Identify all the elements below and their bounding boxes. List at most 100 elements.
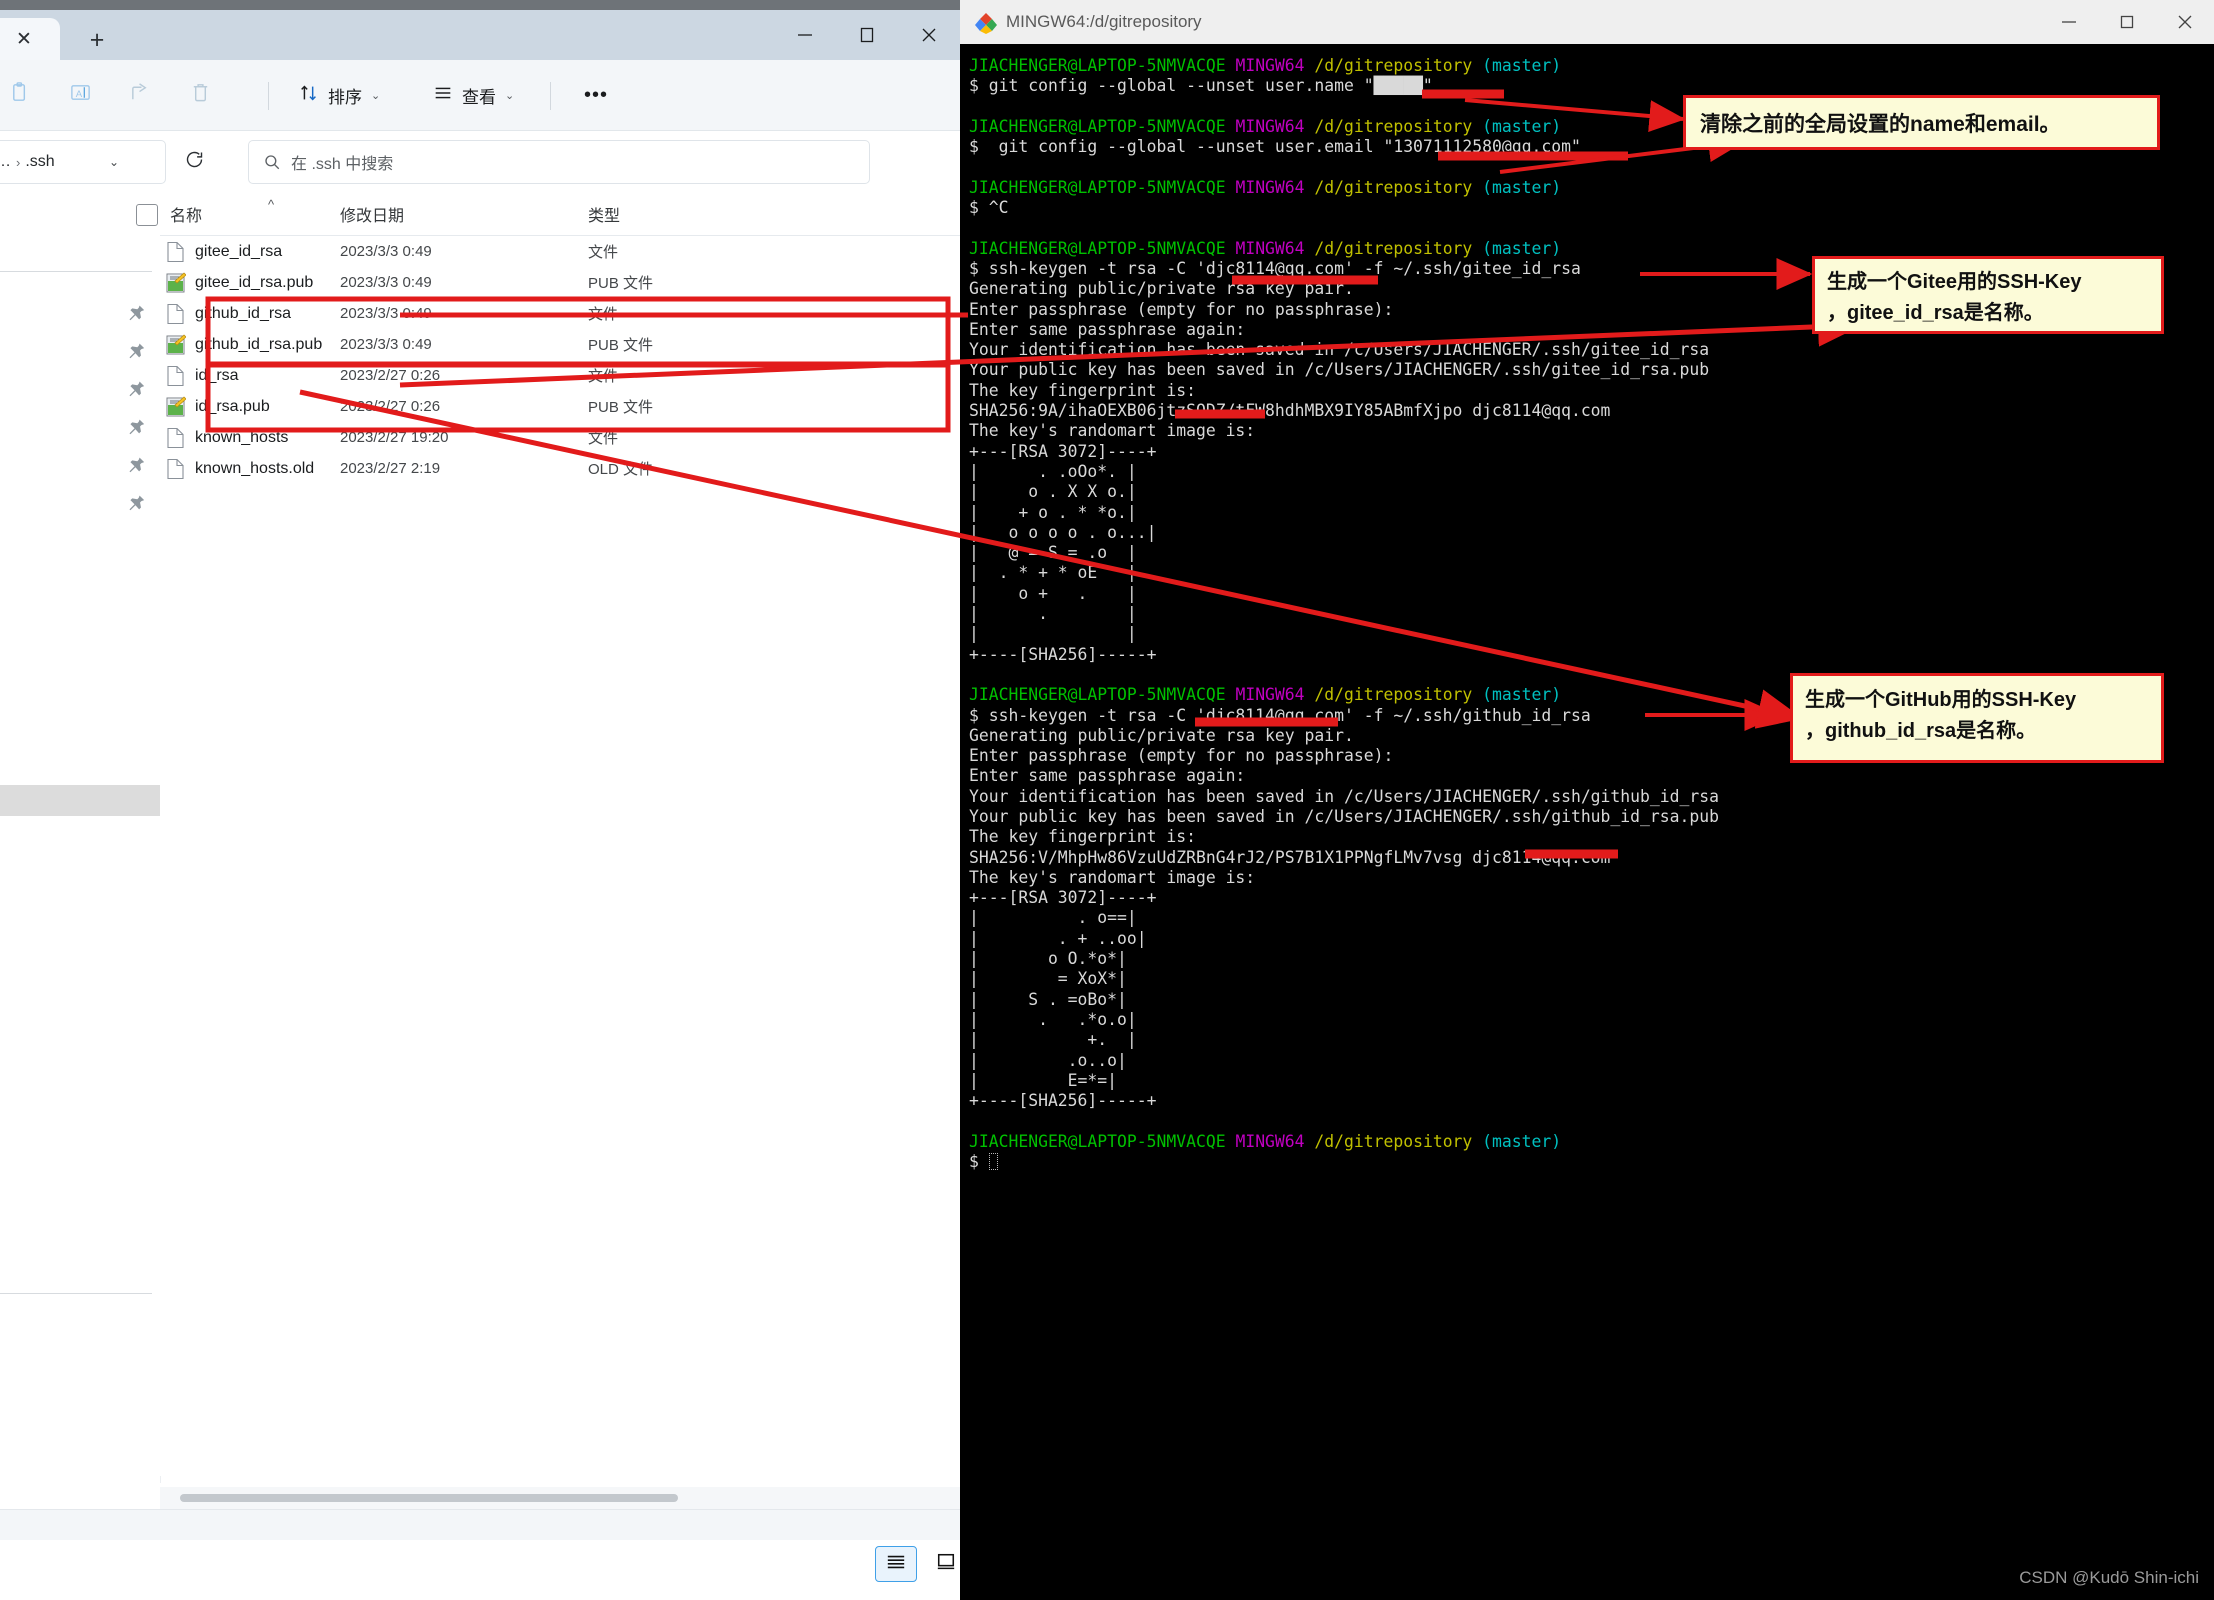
table-row[interactable]: id_rsa.pub 2023/2/27 0:26 PUB 文件 — [160, 391, 960, 422]
search-placeholder: 在 .ssh 中搜索 — [291, 156, 394, 173]
table-row[interactable]: gitee_id_rsa 2023/3/3 0:49 文件 — [160, 236, 960, 267]
svg-text:A: A — [75, 89, 82, 100]
watermark: CSDN @Kudō Shin-ichi — [2019, 1568, 2199, 1587]
status-bar-surface — [0, 1540, 960, 1600]
trash-icon — [189, 81, 212, 109]
column-header-date[interactable]: 修改日期 — [340, 193, 585, 235]
tab-close-icon[interactable]: ✕ — [10, 28, 38, 52]
sort-button[interactable]: 排序 ⌄ — [290, 74, 388, 116]
sidebar-selected-item[interactable] — [0, 785, 160, 816]
annotation-text: ，gitee_id_rsa是名称。 — [1827, 302, 2044, 324]
file-icon — [165, 241, 186, 263]
large-icons-view-icon — [935, 1552, 957, 1577]
share-button[interactable] — [116, 74, 164, 116]
pub-file-icon — [165, 396, 187, 418]
file-icon — [165, 458, 186, 480]
chevron-down-icon: ⌄ — [371, 89, 381, 102]
view-button[interactable]: 查看 ⌄ — [424, 74, 522, 116]
file-name[interactable]: github_id_rsa — [195, 305, 291, 323]
sidebar-divider — [0, 271, 152, 272]
table-row[interactable]: known_hosts.old 2023/2/27 2:19 OLD 文件 — [160, 453, 960, 484]
file-type: 文件 — [588, 306, 619, 323]
details-view-toggle[interactable] — [875, 1546, 917, 1582]
sidebar-divider — [0, 1293, 152, 1294]
file-type: PUB 文件 — [588, 399, 654, 416]
file-date-modified: 2023/3/3 0:49 — [340, 243, 432, 260]
close-icon[interactable] — [898, 10, 960, 60]
annotation-text: 清除之前的全局设置的name和email。 — [1700, 113, 2061, 136]
refresh-icon — [184, 149, 205, 175]
breadcrumb-ellipsis[interactable]: … — [0, 153, 11, 171]
file-name[interactable]: gitee_id_rsa — [195, 243, 282, 261]
rename-button[interactable]: A — [56, 74, 104, 116]
horizontal-scrollbar-thumb[interactable] — [180, 1494, 678, 1502]
file-icon — [165, 427, 186, 449]
annotation-note-github-key: 生成一个GitHub用的SSH-Key ，github_id_rsa是名称。 — [1790, 673, 2164, 763]
pin-icon — [124, 339, 146, 361]
pin-icon — [124, 415, 146, 437]
sort-icon — [298, 82, 320, 109]
pin-icon — [124, 377, 146, 399]
chevron-down-icon: ⌄ — [505, 89, 515, 102]
breadcrumb-current-folder[interactable]: .ssh — [25, 153, 54, 171]
annotation-note-clear-config: 清除之前的全局设置的name和email。 — [1683, 95, 2160, 150]
explorer-toolbar: A 排序 ⌄ 查看 ⌄ ••• — [0, 60, 960, 131]
file-list[interactable]: gitee_id_rsa 2023/3/3 0:49 文件 gitee_id_rsa… — [160, 236, 960, 1476]
terminal-title: MINGW64:/d/gitrepository — [1006, 12, 1202, 31]
horizontal-scrollbar-track[interactable] — [160, 1487, 960, 1509]
file-name[interactable]: gitee_id_rsa.pub — [195, 274, 313, 292]
large-icons-view-toggle[interactable] — [925, 1546, 960, 1582]
explorer-status-bar — [0, 1509, 960, 1600]
search-input[interactable]: 在 .ssh 中搜索 — [248, 140, 870, 184]
maximize-icon[interactable] — [2098, 0, 2156, 44]
file-type: 文件 — [588, 430, 619, 447]
search-icon — [263, 153, 281, 171]
file-name[interactable]: id_rsa — [195, 367, 239, 385]
file-icon — [165, 365, 186, 387]
toolbar-separator-2 — [550, 82, 551, 110]
file-name[interactable]: known_hosts.old — [195, 460, 314, 478]
column-header-type[interactable]: 类型 — [588, 193, 768, 235]
refresh-button[interactable] — [172, 140, 216, 184]
delete-button[interactable] — [176, 74, 224, 116]
file-type: OLD 文件 — [588, 461, 654, 478]
more-icon: ••• — [583, 83, 608, 106]
more-options-button[interactable]: ••• — [572, 74, 620, 116]
table-row[interactable]: github_id_rsa.pub 2023/3/3 0:49 PUB 文件 — [160, 329, 960, 360]
table-row[interactable]: id_rsa 2023/2/27 0:26 文件 — [160, 360, 960, 391]
minimize-icon[interactable] — [774, 10, 836, 60]
explorer-tabstrip: ✕ + — [0, 10, 960, 60]
table-row[interactable]: known_hosts 2023/2/27 19:20 文件 — [160, 422, 960, 453]
explorer-navigation-pane — [0, 193, 161, 1483]
file-date-modified: 2023/3/3 0:49 — [340, 305, 432, 322]
maximize-icon[interactable] — [836, 10, 898, 60]
annotation-note-gitee-key: 生成一个Gitee用的SSH-Key ，gitee_id_rsa是名称。 — [1812, 256, 2164, 334]
file-name[interactable]: known_hosts — [195, 429, 288, 447]
file-explorer-window: ✕ + A 排序 ⌄ 查看 ⌄ ••• › .ssh ⌄ 在 .ssh 中搜索 … — [0, 0, 960, 1600]
file-type: PUB 文件 — [588, 337, 654, 354]
annotation-text: 生成一个Gitee用的SSH-Key — [1827, 271, 2082, 293]
file-name[interactable]: id_rsa.pub — [195, 398, 270, 416]
file-list-column-headers: 名称 ^ 修改日期 类型 — [136, 193, 960, 236]
new-tab-icon[interactable]: + — [82, 26, 112, 56]
paste-button[interactable] — [0, 74, 44, 116]
column-header-name[interactable]: 名称 ^ — [170, 193, 335, 235]
column-header-name-label: 名称 — [170, 208, 203, 225]
chevron-down-icon[interactable]: ⌄ — [109, 155, 119, 169]
explorer-titlebar — [0, 0, 960, 10]
paste-icon — [9, 81, 32, 109]
table-row[interactable]: github_id_rsa 2023/3/3 0:49 文件 — [160, 298, 960, 329]
view-label: 查看 — [462, 87, 496, 107]
sort-label: 排序 — [328, 87, 362, 107]
file-icon — [165, 303, 186, 325]
file-name[interactable]: github_id_rsa.pub — [195, 336, 322, 354]
close-icon[interactable] — [2156, 0, 2214, 44]
column-header-type-label: 类型 — [588, 208, 621, 225]
file-date-modified: 2023/2/27 0:26 — [340, 398, 441, 415]
annotation-text: ，github_id_rsa是名称。 — [1805, 720, 2037, 742]
explorer-address-row: … › .ssh ⌄ 在 .ssh 中搜索 — [0, 131, 960, 193]
select-all-checkbox[interactable] — [136, 204, 158, 226]
breadcrumb[interactable]: … › .ssh ⌄ — [0, 140, 166, 184]
minimize-icon[interactable] — [2040, 0, 2098, 44]
table-row[interactable]: gitee_id_rsa.pub 2023/3/3 0:49 PUB 文件 — [160, 267, 960, 298]
